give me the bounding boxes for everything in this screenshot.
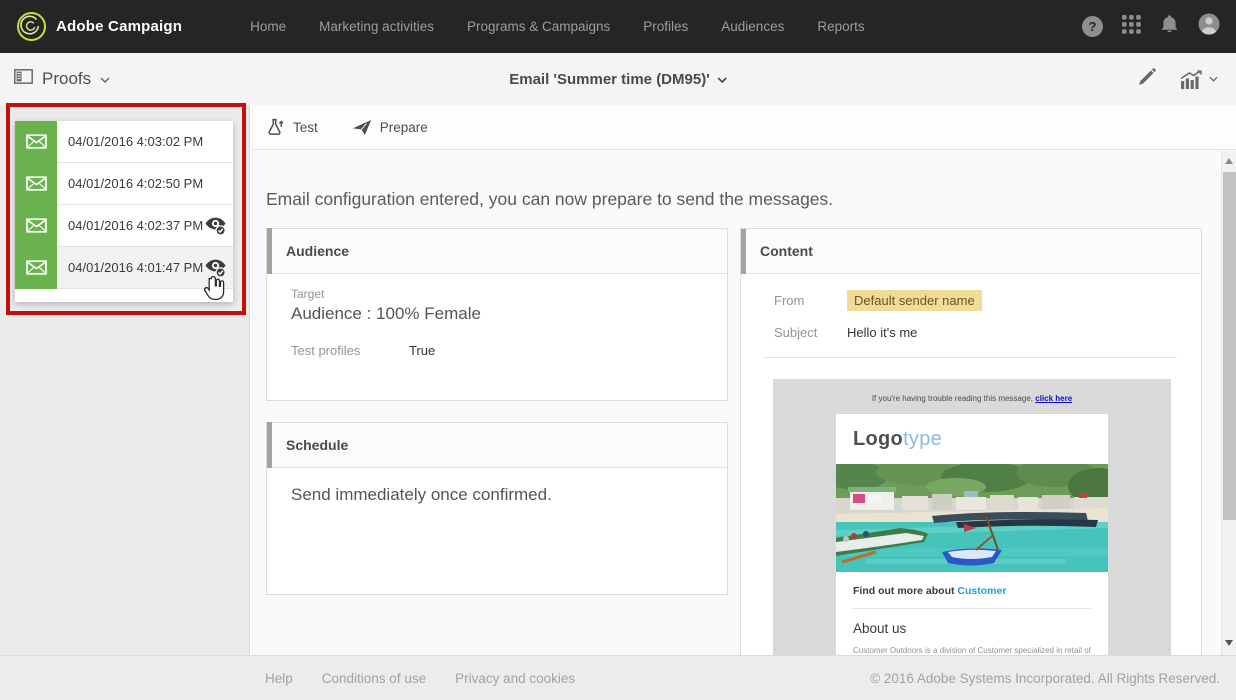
proof-list-item[interactable]: 04/01/2016 4:03:02 PM bbox=[15, 120, 233, 163]
proof-list-item[interactable]: 04/01/2016 4:02:50 PM bbox=[15, 162, 233, 205]
audience-card: Audience Target Audience : 100% Female T… bbox=[266, 228, 728, 401]
proof-timestamp: 04/01/2016 4:02:50 PM bbox=[68, 176, 204, 191]
nav-item-programs-campaigns[interactable]: Programs & Campaigns bbox=[467, 19, 610, 34]
content-card-header: Content bbox=[741, 229, 1201, 274]
subject-label: Subject bbox=[774, 325, 818, 340]
about-us-heading: About us bbox=[853, 621, 907, 636]
reports-dropdown-button[interactable] bbox=[1180, 69, 1218, 89]
email-trouble-line: If you're having trouble reading this me… bbox=[773, 394, 1171, 403]
page-title: Email 'Summer time (DM95)' bbox=[509, 70, 710, 88]
top-navigation-bar: Adobe Campaign Home Marketing activities… bbox=[0, 0, 1236, 53]
email-envelope-icon bbox=[15, 162, 57, 205]
audience-card-title: Audience bbox=[286, 243, 350, 259]
chevron-down-icon bbox=[1209, 76, 1218, 82]
test-button[interactable]: Test bbox=[266, 118, 318, 137]
target-value: Audience : 100% Female bbox=[291, 304, 481, 323]
app-brand-title: Adobe Campaign bbox=[56, 18, 183, 35]
email-envelope-icon bbox=[15, 204, 57, 247]
email-logotype: Logotype bbox=[836, 414, 1108, 464]
status-message: Email configuration entered, you can now… bbox=[266, 189, 834, 209]
customer-link[interactable]: Customer bbox=[957, 585, 1006, 597]
nav-item-reports[interactable]: Reports bbox=[817, 19, 864, 34]
email-preview: If you're having trouble reading this me… bbox=[773, 379, 1171, 655]
footer-links: Help Conditions of use Privacy and cooki… bbox=[265, 671, 575, 686]
proof-timestamp: 04/01/2016 4:01:47 PM bbox=[68, 260, 204, 275]
audience-card-header: Audience bbox=[267, 228, 727, 274]
prepare-plane-icon bbox=[352, 119, 371, 135]
footer-link-help[interactable]: Help bbox=[265, 671, 293, 686]
adobe-campaign-logo-icon bbox=[17, 12, 46, 41]
schedule-card-title: Schedule bbox=[286, 437, 349, 453]
test-profiles-label: Test profiles bbox=[291, 343, 361, 358]
trouble-text: If you're having trouble reading this me… bbox=[871, 394, 1034, 403]
prepare-button[interactable]: Prepare bbox=[352, 119, 428, 136]
email-envelope-icon bbox=[15, 120, 57, 163]
sub-header-bar: Proofs Email 'Summer time (DM95)' bbox=[0, 53, 1236, 105]
from-label: From bbox=[774, 293, 805, 308]
edit-pencil-icon[interactable] bbox=[1138, 67, 1156, 91]
chevron-down-icon bbox=[717, 70, 727, 88]
target-label: Target bbox=[291, 287, 325, 301]
schedule-text: Send immediately once confirmed. bbox=[291, 485, 552, 504]
proof-timestamp: 04/01/2016 4:02:37 PM bbox=[68, 218, 204, 233]
side-panel-icon bbox=[14, 69, 33, 89]
content-card: Content From Default sender name Subject… bbox=[740, 228, 1202, 655]
help-icon[interactable]: ? bbox=[1082, 16, 1103, 37]
scroll-up-arrow[interactable] bbox=[1225, 158, 1233, 164]
footer-link-conditions[interactable]: Conditions of use bbox=[322, 671, 426, 686]
nav-item-home[interactable]: Home bbox=[250, 19, 286, 34]
logotype-light-part: type bbox=[903, 428, 943, 450]
email-envelope-icon bbox=[15, 246, 57, 289]
chevron-down-icon bbox=[100, 70, 110, 88]
proof-list-item[interactable]: 04/01/2016 4:01:47 PM bbox=[15, 246, 233, 289]
proof-viewed-icon bbox=[204, 216, 227, 236]
prepare-button-label: Prepare bbox=[379, 119, 428, 135]
schedule-card-header: Schedule bbox=[267, 422, 727, 468]
proofs-section-selector[interactable]: Proofs bbox=[14, 69, 110, 89]
scrollbar-thumb[interactable] bbox=[1223, 172, 1236, 520]
section-label: Proofs bbox=[42, 69, 92, 88]
proof-list-item[interactable]: 04/01/2016 4:02:37 PM bbox=[15, 204, 233, 247]
vertical-scrollbar[interactable] bbox=[1221, 151, 1236, 655]
email-findout-line: Find out more about Customer bbox=[836, 572, 1108, 608]
apps-grid-icon[interactable] bbox=[1122, 14, 1141, 39]
report-chart-icon bbox=[1180, 69, 1202, 89]
schedule-card: Schedule Send immediately once confirmed… bbox=[266, 422, 728, 595]
action-toolbar: Test Prepare bbox=[251, 105, 1236, 150]
nav-item-audiences[interactable]: Audiences bbox=[721, 19, 784, 34]
content-divider bbox=[765, 357, 1177, 358]
page-footer: Help Conditions of use Privacy and cooki… bbox=[0, 655, 1236, 700]
proof-viewed-icon bbox=[204, 258, 227, 278]
user-avatar[interactable] bbox=[1198, 13, 1220, 40]
logotype-dark-part: Logo bbox=[853, 428, 904, 450]
email-hero-photo bbox=[836, 464, 1108, 572]
notifications-bell-icon[interactable] bbox=[1160, 14, 1179, 39]
test-button-label: Test bbox=[293, 119, 318, 135]
subheader-actions bbox=[1138, 67, 1218, 91]
scroll-down-arrow[interactable] bbox=[1225, 640, 1233, 646]
click-here-link[interactable]: click here bbox=[1035, 394, 1072, 403]
email-body-panel: Logotype Find out more about Customer Ab… bbox=[836, 414, 1108, 655]
findout-text: Find out more about bbox=[853, 585, 955, 597]
main-nav: Home Marketing activities Programs & Cam… bbox=[250, 19, 864, 34]
about-paragraph: Customer Outdoors is a division of Custo… bbox=[853, 646, 1091, 655]
topnav-utilities: ? bbox=[1082, 13, 1220, 40]
email-title-selector[interactable]: Email 'Summer time (DM95)' bbox=[509, 70, 727, 88]
content-card-title: Content bbox=[760, 243, 813, 259]
from-value-highlighted: Default sender name bbox=[847, 290, 982, 311]
nav-item-profiles[interactable]: Profiles bbox=[643, 19, 688, 34]
copyright-text: © 2016 Adobe Systems Incorporated. All R… bbox=[870, 670, 1220, 686]
footer-link-privacy[interactable]: Privacy and cookies bbox=[455, 671, 575, 686]
proof-list: 04/01/2016 4:03:02 PM 04/01/2016 4:02:50… bbox=[15, 120, 233, 302]
cursor-pointer-annotation bbox=[203, 275, 226, 308]
test-flask-icon bbox=[268, 118, 284, 135]
main-content: Test Prepare Email configuration entered… bbox=[251, 105, 1236, 655]
nav-item-marketing-activities[interactable]: Marketing activities bbox=[319, 19, 434, 34]
proof-timestamp: 04/01/2016 4:03:02 PM bbox=[68, 134, 204, 149]
subject-value: Hello it's me bbox=[847, 325, 918, 340]
test-profiles-value: True bbox=[409, 343, 436, 358]
